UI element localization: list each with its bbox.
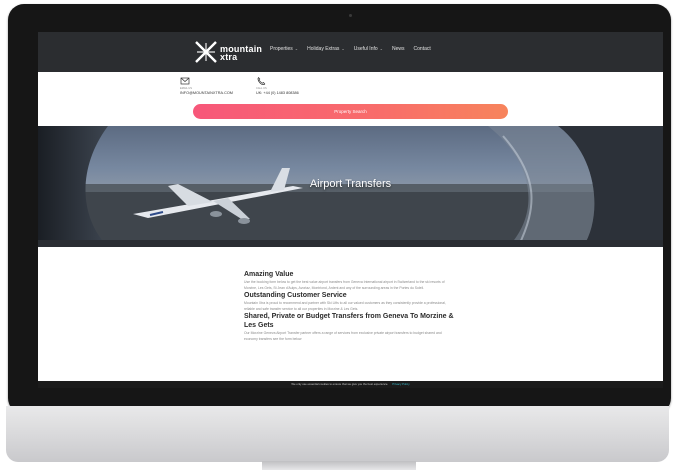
section-heading-service: Outstanding Customer Service bbox=[244, 292, 347, 299]
monitor-stand bbox=[262, 461, 416, 470]
hero-banner: Airport Transfers bbox=[38, 126, 663, 247]
cookie-text: We only use essential cookies to ensure … bbox=[291, 382, 389, 386]
chevron-down-icon: ⌄ bbox=[341, 46, 345, 51]
phone-link[interactable]: UK: +44 (0) 1483 808386 bbox=[256, 91, 299, 95]
top-navigation: mountain xtra Properties ⌄ Holiday Extras… bbox=[38, 32, 663, 72]
nav-item-news[interactable]: News bbox=[392, 46, 405, 52]
camera-dot bbox=[349, 14, 352, 17]
mountain-xtra-logo-icon[interactable] bbox=[195, 41, 217, 63]
email-link[interactable]: INFO@MOUNTAINXTRA.COM bbox=[180, 91, 233, 95]
monitor-chin bbox=[6, 406, 669, 462]
property-search-button[interactable]: Property Search bbox=[193, 104, 508, 119]
nav-label-contact: Contact bbox=[413, 46, 431, 52]
phone-icon[interactable] bbox=[256, 76, 266, 86]
nav-item-holiday-extras[interactable]: Holiday Extras ⌄ bbox=[307, 46, 345, 52]
section-heading-transfers: Shared, Private or Budget Transfers from… bbox=[244, 313, 454, 329]
chevron-down-icon: ⌄ bbox=[294, 46, 299, 51]
nav-item-properties[interactable]: Properties ⌄ bbox=[270, 46, 298, 52]
section-heading-value: Amazing Value bbox=[244, 271, 294, 278]
nav-item-contact[interactable]: Contact bbox=[414, 46, 431, 52]
nav-label-useful-info: Useful Info bbox=[353, 46, 378, 52]
main-content: Amazing Value Use the booking form below… bbox=[244, 270, 456, 342]
section-body-value: Use the booking form below to get the be… bbox=[244, 280, 445, 290]
browser-viewport: mountain xtra Properties ⌄ Holiday Extras… bbox=[38, 32, 663, 388]
section-body-transfers: Our Morzine Geneva Airport Transfer part… bbox=[244, 331, 442, 341]
contact-strip: EMAIL US INFO@MOUNTAINXTRA.COM CALL US U… bbox=[180, 76, 480, 100]
nav-label-holiday-extras: Holiday Extras bbox=[307, 46, 340, 52]
envelope-icon[interactable] bbox=[180, 76, 190, 86]
chevron-down-icon: ⌄ bbox=[379, 46, 384, 51]
logo-line-2: xtra bbox=[220, 52, 238, 62]
nav-label-properties: Properties bbox=[270, 46, 293, 52]
nav-label-news: News bbox=[392, 46, 405, 52]
page-title: Airport Transfers bbox=[309, 178, 392, 190]
section-body-service: Mountain Xtra is proud to recommend and … bbox=[244, 301, 446, 311]
privacy-policy-link[interactable]: Privacy Policy bbox=[392, 382, 409, 386]
nav-item-useful-info[interactable]: Useful Info ⌄ bbox=[354, 46, 383, 52]
main-menu: Properties ⌄ Holiday Extras ⌄ Useful Info ⌄… bbox=[270, 46, 431, 52]
email-label: EMAIL US bbox=[180, 87, 193, 90]
phone-label: CALL US bbox=[256, 87, 267, 90]
cookie-banner: We only use essential cookies to ensure … bbox=[38, 381, 663, 388]
logo-wordmark[interactable]: mountain xtra bbox=[220, 45, 262, 62]
